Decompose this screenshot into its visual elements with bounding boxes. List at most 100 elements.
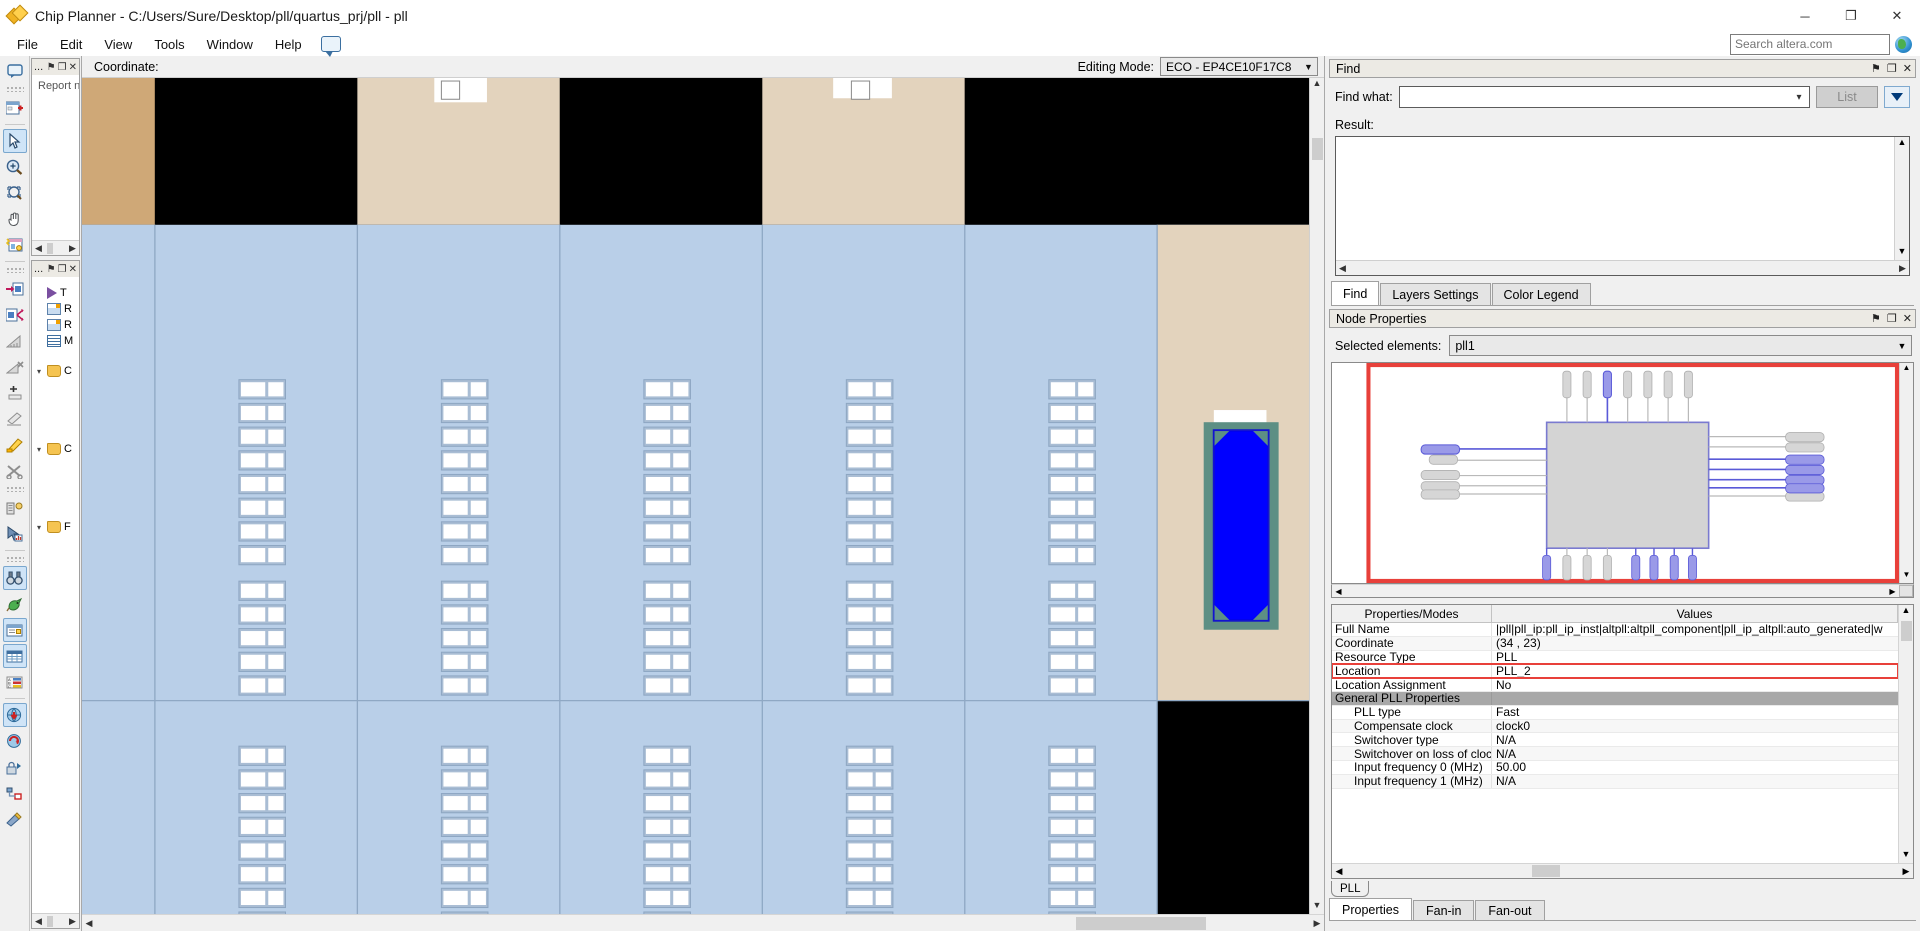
scroll-left-arrow[interactable]: ◀ [1332,866,1346,877]
property-value-cell[interactable]: (34 , 23) [1492,637,1898,650]
scroll-down-arrow[interactable]: ▼ [1898,246,1907,260]
select-arrow-icon[interactable] [2,129,27,153]
tab-fan-out[interactable]: Fan-out [1475,900,1545,920]
menu-item-file[interactable]: File [6,34,49,55]
globe-download-icon[interactable] [2,703,27,727]
restore-icon[interactable]: ❐ [58,62,67,73]
result-list-body[interactable] [1336,137,1894,260]
table-row[interactable]: Location PLL_2 [1332,663,1898,680]
table-row[interactable]: Input frequency 1 (MHz) N/A [1332,774,1898,789]
subtab-pll[interactable]: PLL [1331,881,1370,897]
cut-icon[interactable] [3,459,27,483]
preview-resize-corner[interactable] [1899,585,1913,597]
scroll-thumb[interactable] [47,915,54,927]
zoom-in-icon[interactable] [3,155,27,179]
canvas-hscrollbar[interactable]: ◀ ▶ [82,914,1324,931]
menu-item-window[interactable]: Window [196,34,264,55]
tab-properties[interactable]: Properties [1329,898,1412,920]
property-value-cell[interactable]: N/A [1492,733,1898,746]
table-row[interactable]: Resource Type PLL [1332,650,1898,665]
menu-item-help[interactable]: Help [264,34,313,55]
tree-item[interactable]: M [32,333,79,349]
fan-out-icon[interactable] [3,303,27,327]
property-value-cell[interactable]: No [1492,678,1898,691]
minimize-button[interactable]: ─ [1782,0,1828,32]
property-value-cell[interactable]: PLL [1492,651,1898,664]
properties-vscrollbar[interactable]: ▲ ▼ [1898,605,1913,863]
globe-icon[interactable] [1895,35,1912,53]
property-value-cell[interactable]: |pll|pll_ip:pll_ip_inst|altpll:altpll_co… [1492,623,1898,636]
scroll-down-arrow[interactable]: ▼ [1903,570,1911,583]
result-hscrollbar[interactable]: ◀ ▶ [1336,260,1909,275]
chip-floorplan-svg[interactable] [82,78,1309,914]
paint-icon[interactable] [3,807,27,831]
scroll-track[interactable] [1349,262,1896,274]
property-value-cell[interactable]: 50.00 [1492,761,1898,774]
add-row-icon[interactable] [3,381,27,405]
table-row[interactable]: Location Assignment No [1332,678,1898,692]
scroll-thumb[interactable] [47,242,54,254]
scroll-down-arrow[interactable]: ▼ [1902,849,1911,863]
restore-icon[interactable]: ❐ [1887,312,1897,325]
erase-icon[interactable] [3,407,27,431]
property-value-cell[interactable]: N/A [1492,747,1898,760]
chevron-down-icon[interactable]: ▾ [34,445,44,454]
maximize-button[interactable]: ❐ [1828,0,1874,32]
scroll-right-arrow[interactable]: ▶ [66,916,79,927]
column-header-properties[interactable]: Properties/Modes [1332,605,1492,622]
preview-vscrollbar[interactable]: ▲ ▼ [1899,363,1913,583]
tab-color-legend[interactable]: Color Legend [1491,283,1591,305]
pan-hand-icon[interactable] [3,207,27,231]
node-properties-icon[interactable] [2,618,27,642]
scroll-right-arrow[interactable]: ▶ [1886,587,1899,596]
node-preview[interactable]: ▲ ▼ [1331,362,1914,584]
node-preview-viewport[interactable] [1332,363,1899,583]
property-value-cell[interactable] [1492,692,1898,705]
tree-item[interactable]: ▾ C [32,441,79,457]
pin-icon[interactable]: ⚑ [47,264,56,275]
table-view-icon[interactable] [2,644,27,668]
close-button[interactable]: ✕ [1874,0,1920,32]
editing-mode-select[interactable]: ECO - EP4CE10F17C8 ▼ [1160,57,1318,76]
tree-item[interactable]: ▾ C [32,363,79,379]
table-row[interactable]: Switchover on loss of clock N/A [1332,747,1898,761]
scroll-thumb[interactable] [1311,138,1323,160]
scroll-thumb[interactable] [1532,865,1560,877]
scroll-track[interactable] [96,916,1310,930]
table-row[interactable]: Compensate clock clock0 [1332,719,1898,734]
properties-hscrollbar[interactable]: ◀ ▶ [1332,863,1913,878]
toolbar-grip[interactable] [5,556,24,562]
table-row[interactable]: Switchover type N/A [1332,733,1898,748]
highlighter-icon[interactable] [3,433,27,457]
selected-elements-select[interactable]: pll1 ▼ [1449,335,1912,356]
report-panel-hscrollbar[interactable]: ◀ ▶ [32,240,79,255]
find-what-combo[interactable]: ▾ [1398,86,1810,108]
table-row[interactable]: Input frequency 0 (MHz) 50.00 [1332,760,1898,775]
scroll-track[interactable] [45,915,66,927]
scroll-right-arrow[interactable]: ▶ [1896,263,1909,274]
connect-icon[interactable] [3,781,27,805]
comment-balloon-icon[interactable] [3,59,27,83]
find-options-button[interactable] [1884,86,1910,108]
tab-find[interactable]: Find [1331,281,1380,305]
restore-icon[interactable]: ❐ [1887,62,1897,75]
scroll-left-arrow[interactable]: ◀ [82,918,96,929]
property-value-cell[interactable]: Fast [1492,706,1898,719]
scroll-down-arrow[interactable]: ▼ [1313,900,1322,914]
find-binoculars-icon[interactable] [2,566,27,590]
list-button[interactable]: List [1816,86,1878,108]
column-header-values[interactable]: Values [1492,605,1898,622]
chevron-down-icon[interactable]: ▼ [1300,62,1317,72]
close-icon[interactable]: ✕ [1903,312,1912,325]
find-what-input[interactable] [1399,87,1789,107]
menu-item-edit[interactable]: Edit [49,34,93,55]
toolbar-grip[interactable] [5,486,24,492]
menu-item-view[interactable]: View [93,34,143,55]
close-icon[interactable]: ✕ [69,264,77,275]
chip-floorplan-canvas[interactable]: (function(){ var svg = document.querySel… [82,78,1309,914]
tab-layers-settings[interactable]: Layers Settings [1380,283,1491,305]
scroll-track[interactable] [1346,865,1899,877]
property-value-cell[interactable]: clock0 [1492,720,1898,733]
scroll-left-arrow[interactable]: ◀ [32,916,45,927]
restore-icon[interactable]: ❐ [58,264,67,275]
